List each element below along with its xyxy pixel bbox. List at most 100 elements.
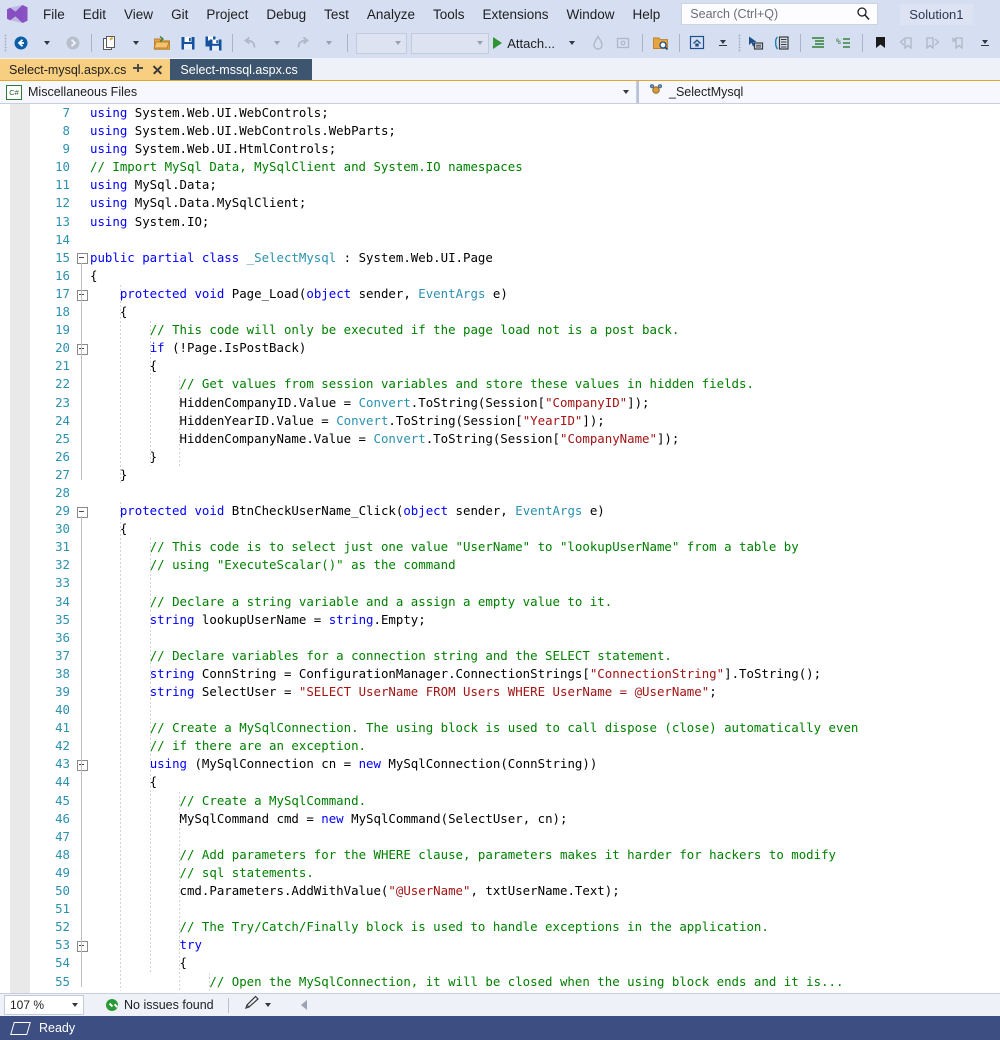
fold-toggle-icon[interactable] — [77, 343, 88, 355]
solution-platform-combo[interactable] — [410, 32, 490, 54]
menu-project[interactable]: Project — [197, 2, 257, 27]
navigate-backward-dropdown[interactable] — [34, 31, 60, 55]
solution-configuration-combo[interactable] — [356, 32, 407, 54]
code-line[interactable]: using System.Web.UI.HtmlControls; — [90, 140, 1000, 158]
save-all-button[interactable] — [201, 31, 227, 55]
code-line[interactable]: { — [90, 773, 1000, 791]
menu-help[interactable]: Help — [624, 2, 670, 27]
code-line[interactable]: public partial class _SelectMysql : Syst… — [90, 249, 1000, 267]
code-line[interactable] — [90, 900, 1000, 918]
code-line[interactable] — [90, 484, 1000, 502]
code-line[interactable]: // Create a MySqlConnection. The using b… — [90, 719, 1000, 737]
fold-toggle-icon[interactable] — [77, 289, 88, 301]
code-line[interactable]: // Get values from session variables and… — [90, 375, 1000, 393]
code-line[interactable] — [90, 701, 1000, 719]
code-line[interactable]: string SelectUser = "SELECT UserName FRO… — [90, 683, 1000, 701]
code-line[interactable]: } — [90, 466, 1000, 484]
menu-test[interactable]: Test — [315, 2, 358, 27]
code-line[interactable]: using MySql.Data.MySqlClient; — [90, 194, 1000, 212]
left-caret-icon[interactable] — [300, 1000, 307, 1010]
live-visual-tree-icon[interactable] — [769, 31, 795, 55]
code-line[interactable] — [90, 574, 1000, 592]
code-line[interactable]: } — [90, 448, 1000, 466]
find-in-files-icon[interactable] — [648, 31, 674, 55]
code-line[interactable]: // Add parameters for the WHERE clause, … — [90, 846, 1000, 864]
fold-toggle-icon[interactable] — [77, 941, 88, 953]
code-line[interactable]: string lookupUserName = string.Empty; — [90, 611, 1000, 629]
code-line[interactable]: protected void Page_Load(object sender, … — [90, 285, 1000, 303]
code-line[interactable]: { — [90, 267, 1000, 285]
code-line[interactable]: HiddenCompanyName.Value = Convert.ToStri… — [90, 430, 1000, 448]
code-line[interactable]: protected void BtnCheckUserName_Click(ob… — [90, 502, 1000, 520]
menu-tools[interactable]: Tools — [424, 2, 474, 27]
code-line[interactable]: // The Try/Catch/Finally block is used t… — [90, 918, 1000, 936]
code-line[interactable]: if (!Page.IsPostBack) — [90, 339, 1000, 357]
member-dropdown[interactable]: _SelectMysql — [637, 81, 1000, 103]
comment-icon[interactable]: % — [831, 31, 857, 55]
code-line[interactable] — [90, 828, 1000, 846]
menu-extensions[interactable]: Extensions — [473, 2, 557, 27]
code-line[interactable]: try — [90, 936, 1000, 954]
close-icon[interactable] — [151, 64, 163, 76]
menu-window[interactable]: Window — [558, 2, 624, 27]
new-file-button[interactable] — [97, 31, 123, 55]
menu-git[interactable]: Git — [162, 2, 197, 27]
code-line[interactable]: // using "ExecuteScalar()" as the comman… — [90, 556, 1000, 574]
tab-select-mssql[interactable]: Select-mssql.aspx.cs — [170, 59, 312, 80]
code-line[interactable]: // Import MySql Data, MySqlClient and Sy… — [90, 158, 1000, 176]
code-line[interactable]: { — [90, 303, 1000, 321]
code-line[interactable]: // Declare a string variable and a assig… — [90, 593, 1000, 611]
code-editor[interactable]: 7 8 9 10 11 12 13 14 15 16 17 18 19 20 21 22 23 24 25 26 27 2… — [0, 104, 1000, 993]
fold-toggle-icon[interactable] — [77, 253, 88, 265]
code-line[interactable]: { — [90, 520, 1000, 538]
code-line[interactable]: HiddenYearID.Value = Convert.ToString(Se… — [90, 412, 1000, 430]
solution-name-chip[interactable]: Solution1 — [900, 3, 973, 25]
menu-view[interactable]: View — [115, 2, 162, 27]
menu-file[interactable]: File — [34, 2, 74, 27]
bookmark-icon[interactable] — [868, 31, 894, 55]
search-input[interactable] — [688, 6, 853, 22]
save-button[interactable] — [175, 31, 201, 55]
code-line[interactable]: MySqlCommand cmd = new MySqlCommand(Sele… — [90, 810, 1000, 828]
code-line[interactable]: { — [90, 954, 1000, 972]
pin-icon[interactable] — [132, 63, 145, 76]
code-line[interactable] — [90, 629, 1000, 647]
menu-debug[interactable]: Debug — [257, 2, 315, 27]
code-line[interactable]: // sql statements. — [90, 864, 1000, 882]
code-line[interactable]: HiddenCompanyID.Value = Convert.ToString… — [90, 394, 1000, 412]
code-line[interactable]: // This code is to select just one value… — [90, 538, 1000, 556]
editor-indicator-margin[interactable] — [10, 104, 30, 993]
code-line[interactable]: using System.Web.UI.WebControls.WebParts… — [90, 122, 1000, 140]
open-file-button[interactable] — [149, 31, 175, 55]
zoom-level-selector[interactable]: 107 % — [4, 995, 84, 1015]
code-line[interactable] — [90, 231, 1000, 249]
attach-dropdown[interactable] — [559, 31, 585, 55]
outlining-margin[interactable] — [74, 104, 90, 993]
start-window-overflow-icon[interactable] — [710, 31, 736, 55]
code-line[interactable]: // Open the MySqlConnection, it will be … — [90, 973, 1000, 991]
menu-edit[interactable]: Edit — [74, 2, 115, 27]
issues-indicator[interactable]: No issues found — [106, 998, 214, 1012]
code-line[interactable]: cmd.Parameters.AddWithValue("@UserName",… — [90, 882, 1000, 900]
code-line[interactable]: // if there are an exception. — [90, 737, 1000, 755]
tab-select-mysql[interactable]: Select-mysql.aspx.cs — [0, 59, 171, 80]
toolbar-overflow-icon[interactable] — [972, 31, 998, 55]
code-line[interactable]: string ConnString = ConfigurationManager… — [90, 665, 1000, 683]
menu-analyze[interactable]: Analyze — [358, 2, 424, 27]
fold-toggle-icon[interactable] — [77, 760, 88, 772]
new-file-dropdown[interactable] — [123, 31, 149, 55]
code-line[interactable]: // Declare variables for a connection st… — [90, 647, 1000, 665]
code-line[interactable]: { — [90, 357, 1000, 375]
code-line[interactable]: // This code will only be executed if th… — [90, 321, 1000, 339]
select-element-icon[interactable] — [743, 31, 769, 55]
code-line[interactable]: using (MySqlConnection cn = new MySqlCon… — [90, 755, 1000, 773]
navigate-backward-button[interactable] — [8, 31, 34, 55]
search-box[interactable] — [681, 3, 879, 25]
code-line[interactable]: using System.Web.UI.WebControls; — [90, 104, 1000, 122]
attach-button[interactable]: Attach... — [489, 31, 559, 55]
fold-toggle-icon[interactable] — [77, 506, 88, 518]
pen-tool[interactable] — [243, 995, 271, 1015]
code-text-area[interactable]: using System.Web.UI.WebControls; using Sy… — [90, 104, 1000, 993]
project-dropdown[interactable]: C# Miscellaneous Files — [0, 81, 637, 103]
code-line[interactable]: // Create a MySqlCommand. — [90, 792, 1000, 810]
